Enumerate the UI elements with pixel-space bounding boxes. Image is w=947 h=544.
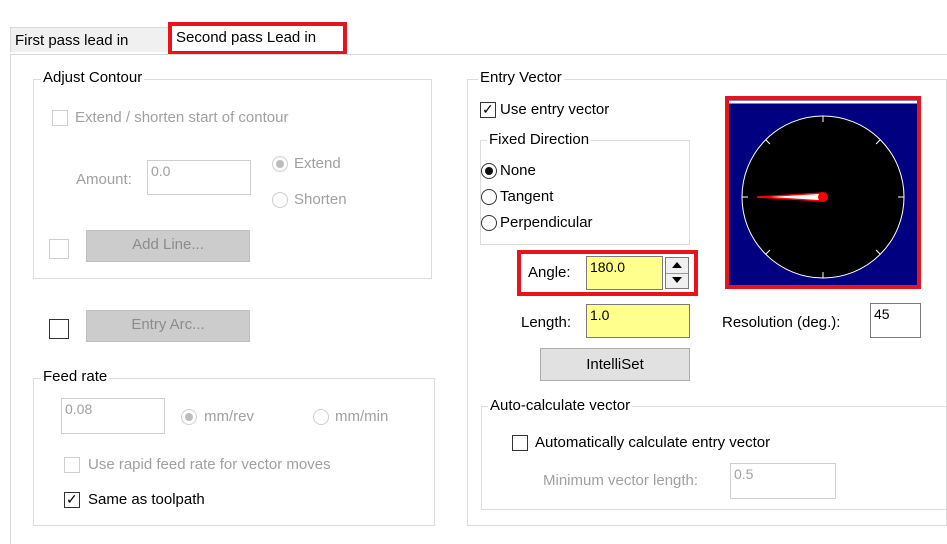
intelliset-button[interactable]: IntelliSet <box>540 348 690 381</box>
spin-up-icon <box>672 262 682 268</box>
rapid-feed-checkbox[interactable] <box>64 457 80 473</box>
tab-first-pass-lead-in[interactable]: First pass lead in <box>10 27 170 52</box>
length-label: Length: <box>521 314 572 331</box>
feed-rate-title: Feed rate <box>41 368 110 385</box>
extend-shorten-checkbox[interactable] <box>52 110 68 126</box>
entry-arc-button[interactable]: Entry Arc... <box>86 310 250 342</box>
length-field[interactable]: 1.0 <box>586 304 690 338</box>
mm-rev-radio-dot <box>185 413 193 421</box>
auto-calc-group <box>481 406 947 510</box>
extend-radio[interactable] <box>272 156 288 172</box>
entry-vector-dial[interactable] <box>729 100 917 285</box>
extend-radio-dot <box>276 160 284 168</box>
amount-field[interactable]: 0.0 <box>147 160 251 195</box>
angle-label: Angle: <box>528 264 571 281</box>
use-entry-vector-label: Use entry vector <box>500 101 610 118</box>
angle-spinner[interactable] <box>665 257 689 289</box>
angle-spin-down-button[interactable] <box>666 273 688 288</box>
tab-second-pass-label: Second pass Lead in <box>176 29 317 46</box>
shorten-radio[interactable] <box>272 192 288 208</box>
direction-none-label: None <box>500 162 536 179</box>
angle-field[interactable]: 180.0 <box>586 256 663 290</box>
direction-perpendicular-label: Perpendicular <box>500 214 593 231</box>
same-as-toolpath-check-icon: ✓ <box>66 491 78 507</box>
adjust-contour-title: Adjust Contour <box>41 69 145 86</box>
same-as-toolpath-checkbox[interactable]: ✓ <box>64 491 80 508</box>
auto-calc-title: Auto-calculate vector <box>488 397 633 414</box>
mm-min-label: mm/min <box>335 408 389 425</box>
min-vector-length-label: Minimum vector length: <box>543 472 699 489</box>
feed-rate-field[interactable]: 0.08 <box>61 398 165 434</box>
add-line-button[interactable]: Add Line... <box>86 230 250 262</box>
tab-second-pass-lead-in[interactable]: Second pass Lead in <box>168 22 347 55</box>
direction-perpendicular-radio[interactable] <box>481 215 497 231</box>
direction-none-radio[interactable] <box>481 163 497 179</box>
resolution-label: Resolution (deg.): <box>722 314 841 331</box>
fixed-direction-title: Fixed Direction <box>487 131 592 148</box>
direction-tangent-label: Tangent <box>500 188 554 205</box>
dial-hub <box>818 192 828 202</box>
entry-arc-checkbox[interactable] <box>49 319 69 339</box>
extend-radio-label: Extend <box>294 155 341 172</box>
entry-vector-title: Entry Vector <box>478 69 564 86</box>
direction-none-radio-dot <box>485 167 493 175</box>
dial-graphic <box>729 100 917 285</box>
auto-calc-label: Automatically calculate entry vector <box>535 434 771 451</box>
direction-tangent-radio[interactable] <box>481 189 497 205</box>
mm-min-radio[interactable] <box>313 409 329 425</box>
tab-first-pass-label: First pass lead in <box>15 32 129 49</box>
resolution-field[interactable]: 45 <box>870 303 921 338</box>
extend-shorten-label: Extend / shorten start of contour <box>75 109 289 126</box>
use-entry-vector-checkbox[interactable]: ✓ <box>480 101 496 118</box>
rapid-feed-label: Use rapid feed rate for vector moves <box>88 456 331 473</box>
mm-rev-radio[interactable] <box>181 409 197 425</box>
spin-down-icon <box>672 277 682 283</box>
same-as-toolpath-label: Same as toolpath <box>88 491 205 508</box>
amount-label: Amount: <box>76 171 132 188</box>
mm-rev-label: mm/rev <box>204 408 254 425</box>
angle-spin-up-button[interactable] <box>666 258 688 274</box>
auto-calc-checkbox[interactable] <box>512 435 528 451</box>
shorten-radio-label: Shorten <box>294 191 347 208</box>
use-entry-vector-check-icon: ✓ <box>482 101 494 117</box>
min-vector-length-field[interactable]: 0.5 <box>730 463 836 499</box>
add-line-checkbox[interactable] <box>49 239 69 259</box>
